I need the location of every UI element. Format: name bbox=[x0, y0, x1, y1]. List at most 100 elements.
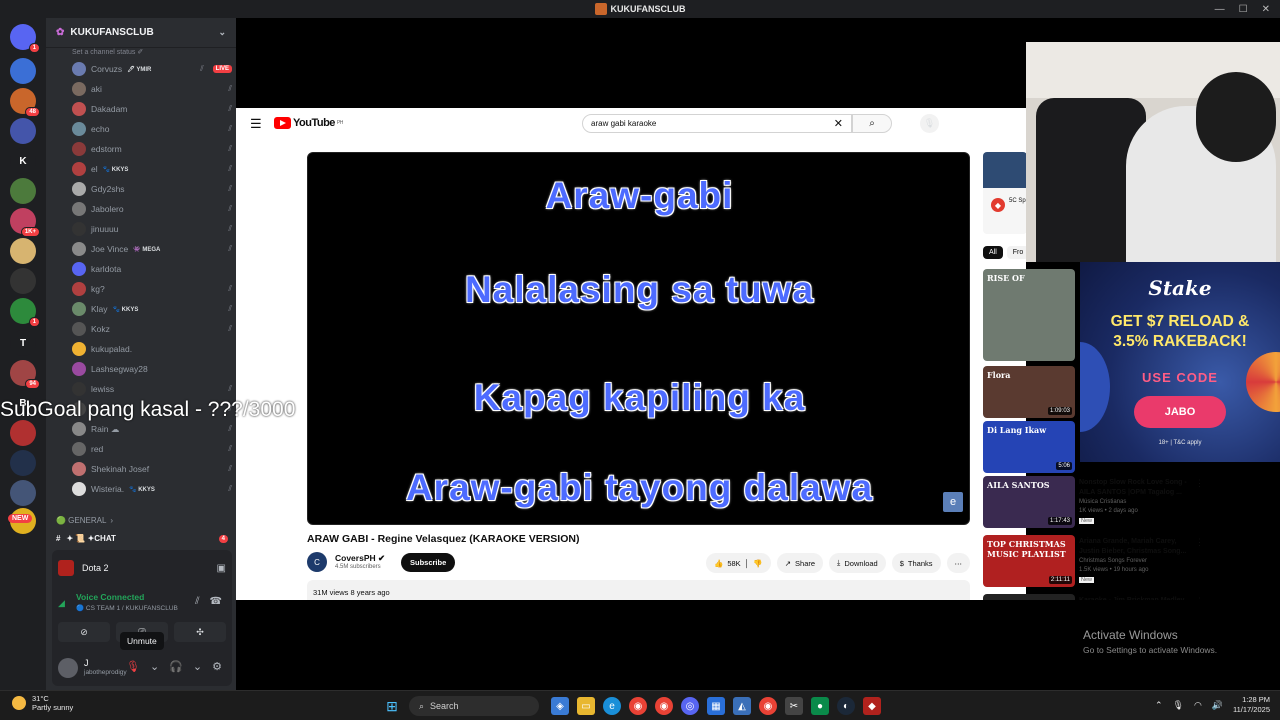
more-vert-icon[interactable]: ⋮ bbox=[1195, 537, 1204, 548]
steam-icon[interactable]: ◐ bbox=[837, 697, 855, 715]
clock[interactable]: 1:28 PM 11/17/2025 bbox=[1233, 695, 1270, 715]
video-thumbnail[interactable]: Di Lang Ikaw 5:06 bbox=[983, 421, 1075, 473]
close-button[interactable]: ✕ bbox=[1262, 4, 1270, 15]
close-icon[interactable]: ✕ bbox=[834, 117, 843, 130]
activity-row[interactable]: Dota 2 ▣ bbox=[58, 556, 226, 580]
recommended-channel[interactable]: Música Cristianas bbox=[1079, 499, 1126, 505]
voice-member[interactable]: Gdy2shs ⫽ bbox=[72, 179, 232, 199]
voice-member[interactable]: Jabolero ⫽ bbox=[72, 199, 232, 219]
voice-member[interactable]: jinuuuu ⫽ bbox=[72, 219, 232, 239]
voice-member[interactable]: Lashsegway28 bbox=[72, 359, 232, 379]
server-icon[interactable]: 48 bbox=[10, 88, 40, 117]
gear-icon[interactable]: ⚙ bbox=[212, 660, 222, 673]
server-icon[interactable]: T bbox=[10, 330, 36, 356]
category-general[interactable]: 🟢 GENERAL › bbox=[56, 516, 113, 525]
voice-member[interactable]: Shekinah Josef ⫽ bbox=[72, 459, 232, 479]
like-button[interactable]: 👍 58K │ 👎 bbox=[705, 553, 771, 573]
voice-member[interactable]: Dakadam ⫽ bbox=[72, 99, 232, 119]
mic-muted-icon[interactable]: 🎙 bbox=[126, 660, 140, 673]
recommended-video[interactable]: Flora 1:09:03 bbox=[983, 366, 1075, 420]
voice-location[interactable]: 🔵 CS TEAM 1 / KUKUFANSCLUB bbox=[76, 604, 178, 612]
server-icon[interactable] bbox=[10, 238, 36, 264]
channel-name[interactable]: CoversPH ✔ bbox=[335, 553, 385, 564]
voice-member[interactable]: kukupalad. bbox=[72, 339, 232, 359]
chevron-up-icon[interactable]: ⌃ bbox=[1155, 700, 1163, 711]
channel-status[interactable]: Set a channel status ✐ bbox=[46, 48, 236, 58]
server-icon[interactable]: 1 bbox=[10, 24, 40, 53]
game-controller-icon[interactable]: ▣ bbox=[217, 563, 226, 574]
recommended-video[interactable]: Di Lang Ikaw 5:06 bbox=[983, 421, 1075, 475]
calculator-icon[interactable]: ▦ bbox=[707, 697, 725, 715]
voice-member[interactable]: Kokz ⫽ bbox=[72, 319, 232, 339]
video-thumbnail[interactable]: AILA SANTOS 1:17:43 bbox=[983, 476, 1075, 528]
server-icon[interactable] bbox=[10, 268, 36, 294]
microphone-icon[interactable]: 🎙 bbox=[1173, 700, 1184, 711]
search-button[interactable]: ⌕ bbox=[852, 114, 892, 133]
recommended-video[interactable]: TOP CHRISTMAS MUSIC PLAYLIST 2:11:11 Arian… bbox=[983, 535, 1280, 589]
video-description[interactable]: 31M views 8 years ago bbox=[307, 580, 970, 600]
photos-icon[interactable]: ◭ bbox=[733, 697, 751, 715]
channel-avatar[interactable]: C bbox=[307, 552, 327, 572]
avatar[interactable] bbox=[58, 658, 78, 678]
channel-chat[interactable]: # ✦ 📜 ✦CHAT 4 bbox=[56, 534, 228, 543]
voice-member[interactable]: Joe Vince 👾 MEGA ⫽ bbox=[72, 239, 232, 259]
signal-icon[interactable]: ◢ bbox=[58, 598, 65, 609]
disconnect-icon[interactable]: ☎ bbox=[210, 596, 222, 607]
voice-member[interactable]: el 🐾 KKYS ⫽ bbox=[72, 159, 232, 179]
voice-member[interactable]: kg? ⫽ bbox=[72, 279, 232, 299]
chrome-profile-icon[interactable]: ◉ bbox=[655, 697, 673, 715]
copilot-icon[interactable]: ◈ bbox=[551, 697, 569, 715]
more-vert-icon[interactable]: ⋮ bbox=[1195, 478, 1204, 489]
volume-icon[interactable]: 🔊 bbox=[1212, 700, 1223, 711]
server-icon[interactable]: 1K+ bbox=[10, 208, 40, 237]
voice-member[interactable]: lewiss ⫽ bbox=[72, 379, 232, 399]
maximize-button[interactable]: ☐ bbox=[1239, 4, 1248, 15]
voice-member[interactable]: Corvuzs 🖊 YMIR ⫽ LIVE bbox=[72, 59, 232, 79]
voice-member[interactable]: echo ⫽ bbox=[72, 119, 232, 139]
recommended-title[interactable]: Karaoke - Jim Brickman Medley bbox=[1079, 596, 1191, 600]
server-icon[interactable] bbox=[10, 178, 36, 204]
video-thumbnail[interactable]: TOP CHRISTMAS MUSIC PLAYLIST 2:11:11 bbox=[983, 535, 1075, 587]
server-icon[interactable]: 1 bbox=[10, 298, 40, 327]
windows-start-icon[interactable]: ⊞ bbox=[383, 697, 401, 715]
video-player[interactable]: Araw-gabi Nalalasing sa tuwa Kapag kapil… bbox=[307, 152, 970, 525]
recommended-title[interactable]: Ariana Grande, Mariah Carey, Justin Bieb… bbox=[1079, 537, 1191, 557]
server-header[interactable]: ✿ KUKUFANSCLUB ⌄ bbox=[46, 18, 236, 48]
voice-member[interactable]: edstorm ⫽ bbox=[72, 139, 232, 159]
video-thumbnail[interactable]: RISE OF bbox=[983, 269, 1075, 361]
recommended-video[interactable]: RISE OF bbox=[983, 269, 1075, 361]
sidebar-ad[interactable]: ◆ 5C Sp bbox=[983, 152, 1027, 234]
download-button[interactable]: ⤓ Download bbox=[829, 553, 886, 573]
server-icon[interactable]: K bbox=[10, 148, 36, 174]
voice-member[interactable]: aki ⫽ bbox=[72, 79, 232, 99]
edge-icon[interactable]: e bbox=[603, 697, 621, 715]
chevron-down-icon[interactable]: ⌄ bbox=[193, 660, 202, 673]
headphones-icon[interactable]: 🎧 bbox=[169, 660, 183, 673]
chrome-icon[interactable]: ◉ bbox=[629, 697, 647, 715]
voice-connected-label[interactable]: Voice Connected bbox=[76, 592, 144, 602]
taskbar-search[interactable]: ⌕ Search bbox=[409, 696, 539, 716]
chip-all[interactable]: All bbox=[983, 246, 1003, 259]
wifi-icon[interactable]: ◠ bbox=[1194, 700, 1202, 711]
channel-watermark-icon[interactable]: e bbox=[943, 492, 963, 512]
discord-icon[interactable]: ◎ bbox=[681, 697, 699, 715]
obs-icon[interactable]: ● bbox=[811, 697, 829, 715]
voice-member[interactable]: Klay 🐾 KKYS ⫽ bbox=[72, 299, 232, 319]
search-input[interactable]: araw gabi karaoke ✕ bbox=[582, 114, 852, 133]
noise-suppression-icon[interactable]: ⫽ bbox=[195, 596, 199, 607]
more-actions-button[interactable]: ⋯ bbox=[946, 553, 970, 573]
thanks-button[interactable]: $ Thanks bbox=[891, 553, 941, 573]
file-explorer-icon[interactable]: ▭ bbox=[577, 697, 595, 715]
recommended-title[interactable]: Nonstop Slow Rock Love Song - AILA SANTO… bbox=[1079, 478, 1191, 498]
youtube-logo[interactable]: YouTube PH bbox=[274, 117, 343, 129]
minimize-button[interactable]: — bbox=[1215, 4, 1225, 15]
video-thumbnail[interactable] bbox=[983, 594, 1075, 600]
voice-search-button[interactable]: 🎙 bbox=[920, 114, 939, 133]
server-icon[interactable] bbox=[10, 58, 36, 84]
subscribe-button[interactable]: Subscribe bbox=[401, 553, 456, 572]
dota-taskbar-icon[interactable]: ◆ bbox=[863, 697, 881, 715]
more-vert-icon[interactable]: ⋮ bbox=[1195, 596, 1204, 600]
menu-icon[interactable]: ☰ bbox=[250, 116, 262, 132]
chevron-down-icon[interactable]: ⌄ bbox=[218, 27, 226, 38]
voice-member[interactable]: karldota bbox=[72, 259, 232, 279]
